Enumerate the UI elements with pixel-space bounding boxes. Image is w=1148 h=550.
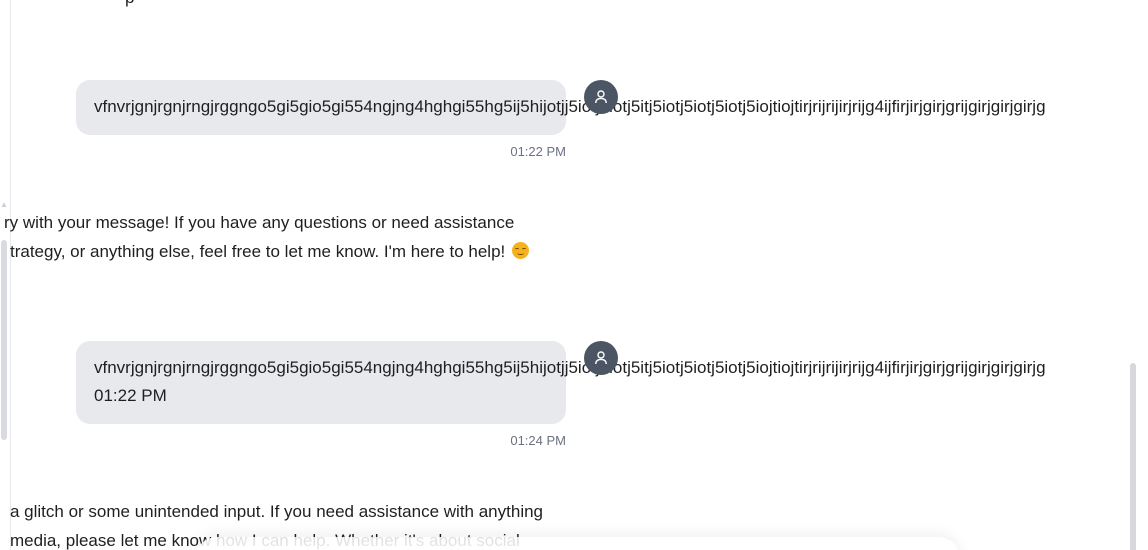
assistant-message-line: ry with your message! If you have any qu…	[4, 213, 515, 232]
user-icon	[595, 351, 607, 365]
message-input-area[interactable]	[195, 537, 960, 550]
smiling-face-emoji-icon	[511, 242, 529, 259]
user-avatar	[584, 341, 618, 375]
chat-viewport: ▲ p vfnvrjgnjrgnjrngjrggngo5gi5gio5gi554…	[0, 0, 1148, 550]
user-icon	[595, 90, 607, 104]
left-scrollbar-thumb[interactable]	[1, 240, 7, 440]
user-message-text: vfnvrjgnjrgnjrngjrggngo5gi5gio5gi554ngjn…	[94, 97, 1046, 116]
right-scrollbar-thumb[interactable]	[1130, 363, 1136, 550]
assistant-message-line-text: trategy, or anything else, feel free to …	[10, 242, 506, 261]
assistant-message-line: a glitch or some unintended input. If yo…	[10, 502, 544, 521]
message-timestamp: 01:24 PM	[510, 433, 566, 448]
assistant-message-line-2: trategy, or anything else, feel free to …	[10, 237, 529, 266]
previous-message-fragment: p	[125, 0, 134, 8]
user-message-bubble: vfnvrjgnjrgnjrngjrggngo5gi5gio5gi554ngjn…	[76, 80, 1046, 135]
user-avatar	[584, 80, 618, 114]
user-message-text: vfnvrjgnjrgnjrngjrggngo5gi5gio5gi554ngjn…	[94, 358, 1046, 377]
assistant-message: ry with your message! If you have any qu…	[4, 208, 529, 266]
user-message-text-line-2: 01:22 PM	[94, 386, 167, 405]
user-message-bubble: vfnvrjgnjrgnjrngjrggngo5gi5gio5gi554ngjn…	[76, 341, 1046, 424]
message-timestamp: 01:22 PM	[510, 144, 566, 159]
